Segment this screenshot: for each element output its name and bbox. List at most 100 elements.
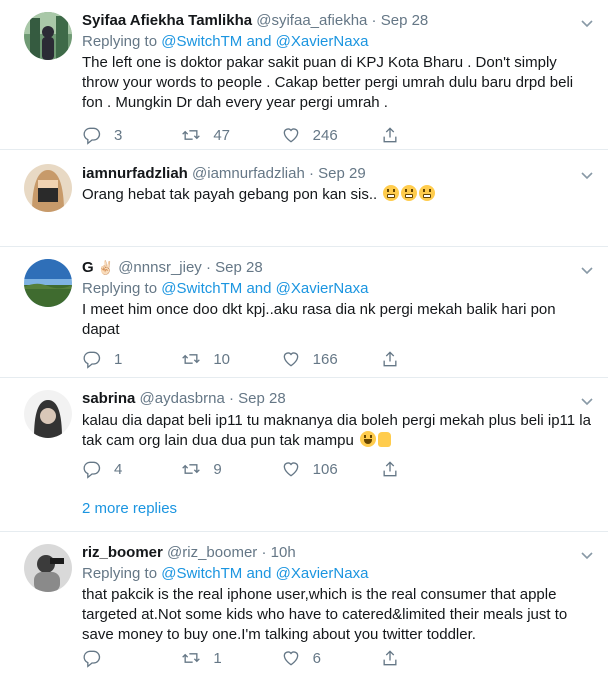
timestamp[interactable]: Sep 29 [318, 165, 366, 182]
replying-to-mentions[interactable]: @SwitchTM and @XavierNaxa [161, 280, 368, 297]
timestamp[interactable]: Sep 28 [238, 390, 286, 407]
retweet-icon [182, 354, 201, 364]
like-count: 6 [312, 649, 321, 667]
retweet-count: 10 [213, 350, 231, 368]
grimacing-emoji-icon [383, 185, 400, 201]
tweet-header: G ✌🏻 @nnnsr_jiey · Sep 28 [82, 258, 594, 278]
tweet-actions: 3 47 246 [82, 124, 412, 146]
like-button[interactable]: 6 [281, 647, 380, 669]
chevron-down-icon[interactable] [580, 394, 594, 408]
retweet-count: 1 [213, 649, 222, 667]
display-name[interactable]: riz_boomer [82, 544, 163, 561]
like-count: 166 [312, 350, 338, 368]
share-button[interactable] [380, 348, 412, 370]
thumbs-up-emoji-icon [378, 432, 391, 447]
heart-icon [283, 128, 298, 143]
tweet-text: kalau dia dapat beli ip11 tu maknanya di… [82, 411, 594, 451]
replying-to: Replying to @SwitchTM and @XavierNaxa [82, 564, 594, 584]
like-count: 106 [312, 460, 338, 478]
grimacing-emoji-icon [401, 185, 418, 201]
tweet-text: I meet him once doo dkt kpj..aku rasa di… [82, 301, 560, 338]
separator: · [261, 544, 267, 561]
tweet-text: Orang hebat tak payah gebang pon kan sis… [82, 185, 594, 205]
tweet[interactable]: Syifaa Afiekha Tamlikha @syifaa_afiekha … [0, 0, 608, 150]
reply-count: 3 [114, 126, 123, 144]
chevron-down-icon[interactable] [580, 548, 594, 562]
reply-button[interactable] [82, 647, 181, 669]
display-name[interactable]: Syifaa Afiekha Tamlikha [82, 12, 252, 29]
reply-button[interactable]: 1 [82, 348, 181, 370]
replying-to: Replying to @SwitchTM and @XavierNaxa [82, 279, 594, 299]
heart-icon [283, 462, 298, 477]
chevron-down-icon[interactable] [580, 263, 594, 277]
retweet-button[interactable]: 10 [181, 348, 280, 370]
avatar[interactable] [24, 390, 72, 438]
user-handle[interactable]: @aydasbrna [140, 390, 225, 407]
reply-count: 4 [114, 460, 123, 478]
avatar[interactable] [24, 12, 72, 60]
more-replies-row: 2 more replies [0, 490, 608, 532]
like-count: 246 [312, 126, 338, 144]
tweet-header: sabrina @aydasbrna · Sep 28 [82, 389, 594, 409]
retweet-icon [182, 130, 201, 140]
user-handle[interactable]: @iamnurfadzliah [192, 165, 305, 182]
tweet[interactable]: iamnurfadzliah @iamnurfadzliah · Sep 29 … [0, 150, 608, 247]
tweet-header: iamnurfadzliah @iamnurfadzliah · Sep 29 [82, 164, 594, 184]
replying-to-label: Replying to [82, 280, 158, 297]
separator: · [228, 390, 234, 407]
chevron-down-icon[interactable] [580, 16, 594, 30]
chevron-down-icon[interactable] [580, 168, 594, 182]
tweet[interactable]: G ✌🏻 @nnnsr_jiey · Sep 28 Replying to @S… [0, 247, 608, 378]
reply-button[interactable]: 3 [82, 124, 181, 146]
replying-to-label: Replying to [82, 33, 158, 50]
heart-icon [283, 651, 298, 666]
share-icon [383, 650, 397, 666]
tweet-text: The left one is doktor pakar sakit puan … [82, 54, 578, 111]
tweet-text-content: kalau dia dapat beli ip11 tu maknanya di… [82, 412, 596, 449]
retweet-count: 9 [213, 460, 222, 478]
display-name[interactable]: sabrina [82, 390, 135, 407]
victory-hand-emoji: ✌🏻 [97, 260, 115, 275]
tweet-actions: 1 6 [82, 647, 412, 669]
retweet-icon [182, 653, 201, 663]
tweet-header: riz_boomer @riz_boomer · 10h [82, 543, 594, 563]
more-replies-link[interactable]: 2 more replies [82, 500, 177, 517]
user-handle[interactable]: @riz_boomer [167, 544, 257, 561]
avatar[interactable] [24, 544, 72, 592]
avatar[interactable] [24, 259, 72, 307]
retweet-button[interactable]: 47 [181, 124, 280, 146]
timestamp[interactable]: Sep 28 [381, 12, 429, 29]
tweet-text-content: Orang hebat tak payah gebang pon kan sis… [82, 186, 378, 203]
share-button[interactable] [380, 124, 412, 146]
reply-count: 1 [114, 350, 123, 368]
avatar[interactable] [24, 164, 72, 212]
like-button[interactable]: 166 [281, 348, 380, 370]
retweet-icon [182, 464, 201, 474]
replying-to-label: Replying to [82, 565, 158, 582]
timestamp[interactable]: 10h [271, 544, 296, 561]
share-icon [383, 127, 397, 143]
like-button[interactable]: 246 [281, 124, 380, 146]
user-handle[interactable]: @nnnsr_jiey [118, 259, 202, 276]
timestamp[interactable]: Sep 28 [215, 259, 263, 276]
share-button[interactable] [380, 458, 412, 480]
retweet-button[interactable]: 1 [181, 647, 280, 669]
share-button[interactable] [380, 647, 412, 669]
replying-to-mentions[interactable]: @SwitchTM and @XavierNaxa [161, 33, 368, 50]
tweet-text: that pakcik is the real iphone user,whic… [82, 586, 572, 643]
display-name[interactable]: G [82, 259, 94, 276]
heart-icon [283, 352, 298, 367]
reply-icon [83, 351, 101, 369]
replying-to-mentions[interactable]: @SwitchTM and @XavierNaxa [161, 565, 368, 582]
crying-face-emoji-icon [360, 431, 376, 447]
grimacing-emoji-icon [419, 185, 436, 201]
replying-to: Replying to @SwitchTM and @XavierNaxa [82, 32, 594, 52]
tweet[interactable]: riz_boomer @riz_boomer · 10h Replying to… [0, 532, 608, 670]
user-handle[interactable]: @syifaa_afiekha [256, 12, 367, 29]
tweet-actions: 1 10 166 [82, 348, 412, 370]
retweet-button[interactable]: 9 [181, 458, 280, 480]
like-button[interactable]: 106 [281, 458, 380, 480]
display-name[interactable]: iamnurfadzliah [82, 165, 188, 182]
tweet[interactable]: sabrina @aydasbrna · Sep 28 kalau dia da… [0, 378, 608, 490]
reply-button[interactable]: 4 [82, 458, 181, 480]
